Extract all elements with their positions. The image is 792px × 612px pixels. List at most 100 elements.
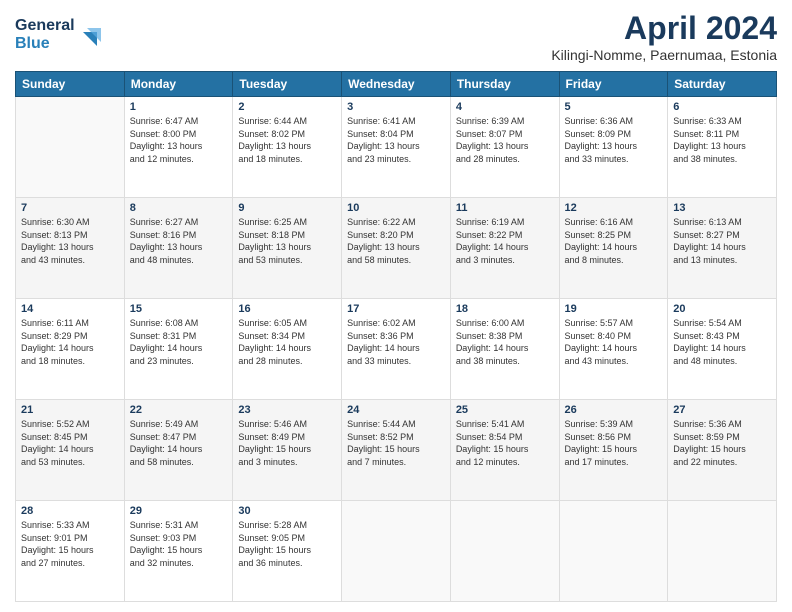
day-info: Sunrise: 6:44 AM Sunset: 8:02 PM Dayligh… [238,115,336,165]
svg-text:Blue: Blue [15,35,50,52]
day-number: 28 [21,505,119,517]
calendar-cell: 8 Sunrise: 6:27 AM Sunset: 8:16 PM Daylig… [124,198,233,299]
day-info: Sunrise: 6:00 AM Sunset: 8:38 PM Dayligh… [456,317,554,367]
location: Kilingi-Nomme, Paernumaa, Estonia [551,47,777,63]
day-number: 22 [130,404,228,416]
page: General Blue April 2024 Kilingi-Nomme, P… [0,0,792,612]
calendar-table: SundayMondayTuesdayWednesdayThursdayFrid… [15,71,777,602]
calendar-cell [16,97,125,198]
day-number: 30 [238,505,336,517]
calendar-cell: 21Sunrise: 5:52 AM Sunset: 8:45 PM Dayli… [16,400,125,501]
day-info: Sunrise: 5:39 AM Sunset: 8:56 PM Dayligh… [565,418,663,468]
calendar-header-monday: Monday [124,72,233,97]
calendar-week-3: 14 Sunrise: 6:11 AM Sunset: 8:29 PM Dayli… [16,299,777,400]
calendar-cell: 10Sunrise: 6:22 AM Sunset: 8:20 PM Dayli… [342,198,451,299]
header: General Blue April 2024 Kilingi-Nomme, P… [15,10,777,63]
calendar-cell: 6Sunrise: 6:33 AM Sunset: 8:11 PM Daylig… [668,97,777,198]
calendar-cell: 20Sunrise: 5:54 AM Sunset: 8:43 PM Dayli… [668,299,777,400]
calendar-cell: 28 Sunrise: 5:33 AM Sunset: 9:01 PM Dayli… [16,501,125,602]
day-number: 20 [673,303,771,315]
day-number: 9 [238,202,336,214]
calendar-cell: 2 Sunrise: 6:44 AM Sunset: 8:02 PM Daylig… [233,97,342,198]
day-info: Sunrise: 6:05 AM Sunset: 8:34 PM Dayligh… [238,317,336,367]
day-info: Sunrise: 5:36 AM Sunset: 8:59 PM Dayligh… [673,418,771,468]
day-number: 12 [565,202,663,214]
day-info: Sunrise: 6:25 AM Sunset: 8:18 PM Dayligh… [238,216,336,266]
calendar-header-row: SundayMondayTuesdayWednesdayThursdayFrid… [16,72,777,97]
day-info: Sunrise: 6:36 AM Sunset: 8:09 PM Dayligh… [565,115,663,165]
day-info: Sunrise: 6:19 AM Sunset: 8:22 PM Dayligh… [456,216,554,266]
calendar-cell: 4Sunrise: 6:39 AM Sunset: 8:07 PM Daylig… [450,97,559,198]
day-number: 13 [673,202,771,214]
day-info: Sunrise: 5:44 AM Sunset: 8:52 PM Dayligh… [347,418,445,468]
calendar-cell: 26 Sunrise: 5:39 AM Sunset: 8:56 PM Dayli… [559,400,668,501]
calendar-cell: 11 Sunrise: 6:19 AM Sunset: 8:22 PM Dayli… [450,198,559,299]
day-info: Sunrise: 5:33 AM Sunset: 9:01 PM Dayligh… [21,519,119,569]
calendar-cell: 23Sunrise: 5:46 AM Sunset: 8:49 PM Dayli… [233,400,342,501]
calendar-header-tuesday: Tuesday [233,72,342,97]
day-number: 15 [130,303,228,315]
day-info: Sunrise: 6:13 AM Sunset: 8:27 PM Dayligh… [673,216,771,266]
day-info: Sunrise: 5:28 AM Sunset: 9:05 PM Dayligh… [238,519,336,569]
day-info: Sunrise: 5:52 AM Sunset: 8:45 PM Dayligh… [21,418,119,468]
calendar-cell: 3Sunrise: 6:41 AM Sunset: 8:04 PM Daylig… [342,97,451,198]
day-info: Sunrise: 6:47 AM Sunset: 8:00 PM Dayligh… [130,115,228,165]
day-info: Sunrise: 6:33 AM Sunset: 8:11 PM Dayligh… [673,115,771,165]
day-info: Sunrise: 5:57 AM Sunset: 8:40 PM Dayligh… [565,317,663,367]
calendar-week-4: 21Sunrise: 5:52 AM Sunset: 8:45 PM Dayli… [16,400,777,501]
day-info: Sunrise: 6:27 AM Sunset: 8:16 PM Dayligh… [130,216,228,266]
day-info: Sunrise: 6:11 AM Sunset: 8:29 PM Dayligh… [21,317,119,367]
day-info: Sunrise: 5:46 AM Sunset: 8:49 PM Dayligh… [238,418,336,468]
title-section: April 2024 Kilingi-Nomme, Paernumaa, Est… [551,10,777,63]
day-info: Sunrise: 5:41 AM Sunset: 8:54 PM Dayligh… [456,418,554,468]
day-number: 27 [673,404,771,416]
calendar-cell [668,501,777,602]
day-info: Sunrise: 5:49 AM Sunset: 8:47 PM Dayligh… [130,418,228,468]
day-info: Sunrise: 6:30 AM Sunset: 8:13 PM Dayligh… [21,216,119,266]
day-number: 5 [565,101,663,113]
calendar-week-2: 7 Sunrise: 6:30 AM Sunset: 8:13 PM Daylig… [16,198,777,299]
calendar-cell: 1Sunrise: 6:47 AM Sunset: 8:00 PM Daylig… [124,97,233,198]
day-info: Sunrise: 6:16 AM Sunset: 8:25 PM Dayligh… [565,216,663,266]
calendar-week-5: 28 Sunrise: 5:33 AM Sunset: 9:01 PM Dayli… [16,501,777,602]
day-number: 18 [456,303,554,315]
day-number: 17 [347,303,445,315]
calendar-cell: 9 Sunrise: 6:25 AM Sunset: 8:18 PM Daylig… [233,198,342,299]
calendar-cell: 22 Sunrise: 5:49 AM Sunset: 8:47 PM Dayli… [124,400,233,501]
calendar-cell: 15Sunrise: 6:08 AM Sunset: 8:31 PM Dayli… [124,299,233,400]
calendar-cell: 17Sunrise: 6:02 AM Sunset: 8:36 PM Dayli… [342,299,451,400]
calendar-cell: 12 Sunrise: 6:16 AM Sunset: 8:25 PM Dayli… [559,198,668,299]
day-number: 2 [238,101,336,113]
calendar-cell: 19 Sunrise: 5:57 AM Sunset: 8:40 PM Dayli… [559,299,668,400]
day-number: 7 [21,202,119,214]
day-number: 14 [21,303,119,315]
calendar-cell: 7 Sunrise: 6:30 AM Sunset: 8:13 PM Daylig… [16,198,125,299]
calendar-cell: 14 Sunrise: 6:11 AM Sunset: 8:29 PM Dayli… [16,299,125,400]
calendar-header-friday: Friday [559,72,668,97]
day-number: 11 [456,202,554,214]
calendar-header-wednesday: Wednesday [342,72,451,97]
day-number: 19 [565,303,663,315]
calendar-cell: 29 Sunrise: 5:31 AM Sunset: 9:03 PM Dayli… [124,501,233,602]
day-number: 29 [130,505,228,517]
day-number: 26 [565,404,663,416]
calendar-header-saturday: Saturday [668,72,777,97]
day-number: 16 [238,303,336,315]
calendar-header-sunday: Sunday [16,72,125,97]
calendar-cell [559,501,668,602]
calendar-cell: 18 Sunrise: 6:00 AM Sunset: 8:38 PM Dayli… [450,299,559,400]
calendar-cell [342,501,451,602]
calendar-week-1: 1Sunrise: 6:47 AM Sunset: 8:00 PM Daylig… [16,97,777,198]
day-info: Sunrise: 5:31 AM Sunset: 9:03 PM Dayligh… [130,519,228,569]
day-info: Sunrise: 6:22 AM Sunset: 8:20 PM Dayligh… [347,216,445,266]
calendar-cell: 24 Sunrise: 5:44 AM Sunset: 8:52 PM Dayli… [342,400,451,501]
calendar-cell: 27 Sunrise: 5:36 AM Sunset: 8:59 PM Dayli… [668,400,777,501]
calendar-cell: 16 Sunrise: 6:05 AM Sunset: 8:34 PM Dayli… [233,299,342,400]
logo: General Blue [15,10,105,55]
day-number: 24 [347,404,445,416]
calendar-cell: 5 Sunrise: 6:36 AM Sunset: 8:09 PM Daylig… [559,97,668,198]
calendar-cell [450,501,559,602]
calendar-cell: 25Sunrise: 5:41 AM Sunset: 8:54 PM Dayli… [450,400,559,501]
day-number: 8 [130,202,228,214]
day-info: Sunrise: 6:41 AM Sunset: 8:04 PM Dayligh… [347,115,445,165]
